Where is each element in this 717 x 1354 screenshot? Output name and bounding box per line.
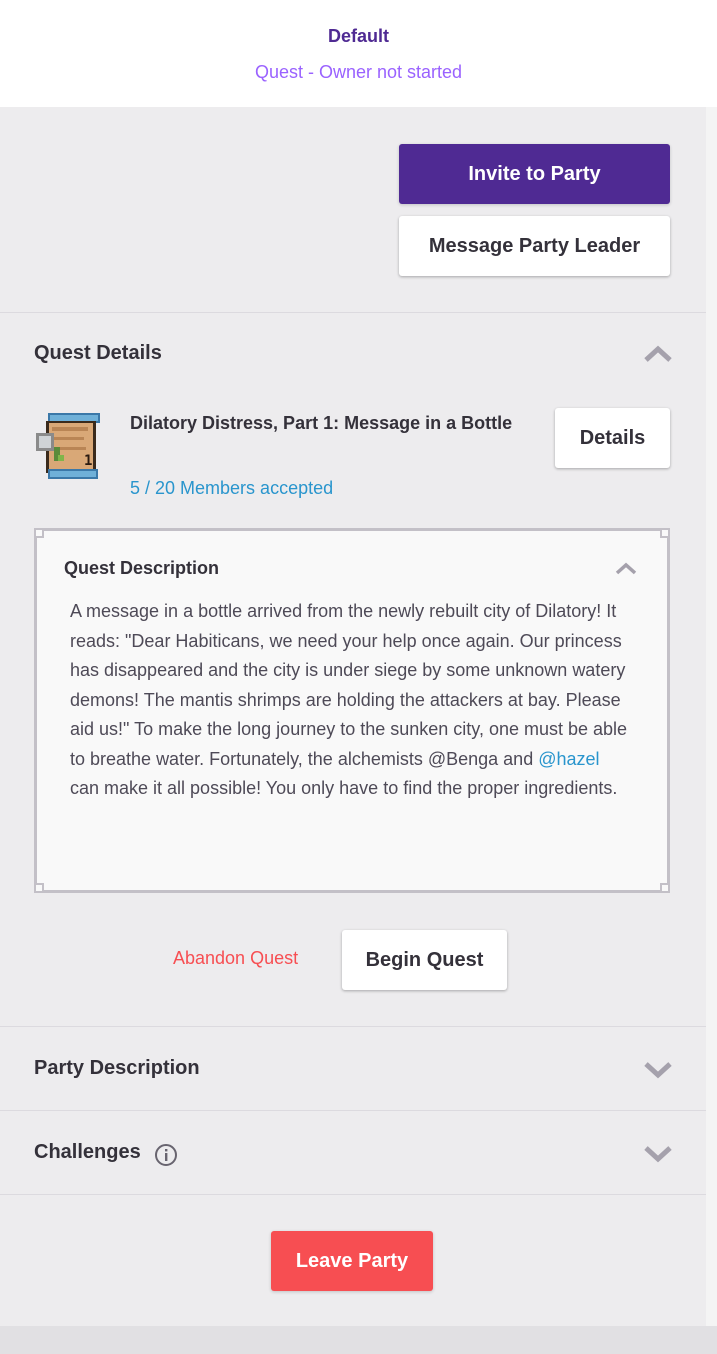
- chevron-down-icon[interactable]: [643, 1144, 673, 1164]
- panel-corner: [660, 883, 670, 893]
- party-name: Default: [327, 26, 389, 46]
- panel-corner: [34, 528, 44, 538]
- chevron-up-icon[interactable]: [614, 561, 638, 577]
- divider: [0, 1110, 706, 1111]
- svg-text:1: 1: [84, 453, 92, 469]
- challenges-heading[interactable]: Challenges: [34, 1141, 141, 1164]
- party-header: Default Quest - Owner not started: [0, 0, 717, 107]
- footer-bar: [0, 1326, 717, 1354]
- members-accepted-link[interactable]: 5 / 20 Members accepted: [130, 478, 333, 499]
- quest-description-heading[interactable]: Quest Description: [64, 558, 219, 579]
- chevron-up-icon[interactable]: [643, 344, 673, 364]
- message-party-leader-button[interactable]: Message Party Leader: [399, 216, 670, 276]
- description-text-part: can make it all possible! You only have …: [70, 778, 618, 798]
- scroll-bottle-icon: 1: [34, 407, 106, 483]
- invite-to-party-button[interactable]: Invite to Party: [399, 144, 670, 204]
- chevron-down-icon[interactable]: [643, 1060, 673, 1080]
- quest-details-button[interactable]: Details: [555, 408, 670, 468]
- quest-name: Dilatory Distress, Part 1: Message in a …: [130, 413, 513, 433]
- leave-party-button[interactable]: Leave Party: [271, 1231, 433, 1291]
- abandon-quest-link[interactable]: Abandon Quest: [173, 948, 298, 969]
- divider: [0, 1194, 706, 1195]
- quest-description-panel: Quest Description A message in a bottle …: [34, 528, 670, 893]
- scrollbar-track[interactable]: [706, 107, 717, 1354]
- panel-corner: [34, 883, 44, 893]
- party-description-heading[interactable]: Party Description: [34, 1057, 200, 1080]
- divider: [0, 312, 706, 313]
- begin-quest-button[interactable]: Begin Quest: [342, 930, 507, 990]
- panel-corner: [660, 528, 670, 538]
- quest-description-text: A message in a bottle arrived from the n…: [70, 597, 630, 804]
- info-icon[interactable]: [154, 1143, 178, 1167]
- divider: [0, 1026, 706, 1027]
- user-mention-link[interactable]: @hazel: [538, 749, 599, 769]
- quest-status: Quest - Owner not started: [254, 62, 463, 82]
- quest-details-heading[interactable]: Quest Details: [34, 342, 162, 365]
- description-text-part: A message in a bottle arrived from the n…: [70, 601, 628, 769]
